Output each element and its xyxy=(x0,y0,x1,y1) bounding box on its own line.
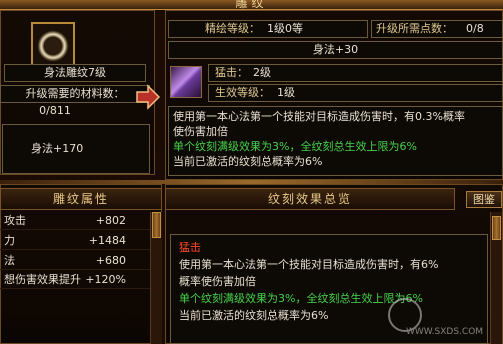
skill-description: 使用第一本心法第一个技能对目标造成伤害时，有0.3%概率 使伤害加倍 单个纹刻满… xyxy=(168,106,503,176)
upgrade-bonus: 身法+30 xyxy=(168,41,503,59)
attr-value: +802 xyxy=(95,214,126,227)
attr-row: 攻击 +802 xyxy=(0,212,160,230)
arrow-right-icon xyxy=(135,84,161,110)
skill-desc-line1: 使用第一本心法第一个技能对目标造成伤害时，有0.3%概率 xyxy=(173,110,465,123)
attr-scrollbar[interactable] xyxy=(150,212,162,344)
item-stat: 身法+170 xyxy=(2,124,150,174)
codex-button[interactable]: 图鉴 xyxy=(466,191,502,208)
overview-skill-name: 猛击 xyxy=(179,241,201,254)
attr-panel-title: 雕纹属性 xyxy=(0,188,162,210)
bracelet-icon[interactable] xyxy=(31,22,75,66)
level-value: 1级0等 xyxy=(267,22,303,35)
points-label: 升级所需点数： xyxy=(376,22,453,35)
effect-level-label: 生效等级： xyxy=(215,86,270,99)
skill-name-label: 猛击： xyxy=(215,66,248,79)
overview-scrollbar-thumb[interactable] xyxy=(492,216,501,240)
window-title-bar: 雕纹 xyxy=(0,0,503,10)
level-box: 精绘等级： 1级0等 xyxy=(168,20,368,38)
attr-scrollbar-thumb[interactable] xyxy=(152,212,161,238)
material-label: 升级需要的材料数： xyxy=(0,85,150,103)
skill-name-value: 2级 xyxy=(253,66,271,79)
effect-level-box: 生效等级： 1级 xyxy=(208,84,503,102)
attr-name: 法 xyxy=(4,254,15,267)
skill-desc-line4: 当前已激活的纹刻总概率为6% xyxy=(173,155,323,168)
material-value: 0/811 xyxy=(39,104,71,117)
points-box: 升级所需点数： 0/8 xyxy=(371,20,503,38)
watermark-text: WWW.SXDS.COM xyxy=(406,327,484,337)
crystal-icon[interactable] xyxy=(170,66,202,98)
watermark: WWW.SXDS.COM xyxy=(388,298,500,342)
level-label: 精绘等级： xyxy=(205,22,260,35)
attr-value: +120% xyxy=(85,273,126,286)
item-name: 身法雕纹7级 xyxy=(4,64,146,82)
attr-value: +1484 xyxy=(88,234,126,247)
skill-name-box: 猛击： 2级 xyxy=(208,64,503,82)
attr-name: 力 xyxy=(4,234,15,247)
attr-row: 法 +680 xyxy=(0,252,160,270)
item-stat-text: 身法+170 xyxy=(31,142,84,155)
attr-value: +680 xyxy=(95,254,126,267)
overview-line1: 使用第一本心法第一个技能对目标造成伤害时，有6% xyxy=(179,258,439,271)
points-value: 0/8 xyxy=(466,22,484,35)
skill-desc-line3: 单个纹刻满级效果为3%，全纹刻总生效上限为6% xyxy=(173,140,417,153)
overview-title: 纹刻效果总览 xyxy=(165,188,455,210)
attr-row: 想伤害效果提升 +120% xyxy=(0,271,160,289)
attr-row: 力 +1484 xyxy=(0,232,160,250)
attr-name: 想伤害效果提升 xyxy=(4,273,81,286)
skill-desc-line2: 使伤害加倍 xyxy=(173,125,228,138)
effect-level-value: 1级 xyxy=(277,86,295,99)
attr-name: 攻击 xyxy=(4,214,26,227)
overview-line2: 概率使伤害加倍 xyxy=(179,275,256,288)
